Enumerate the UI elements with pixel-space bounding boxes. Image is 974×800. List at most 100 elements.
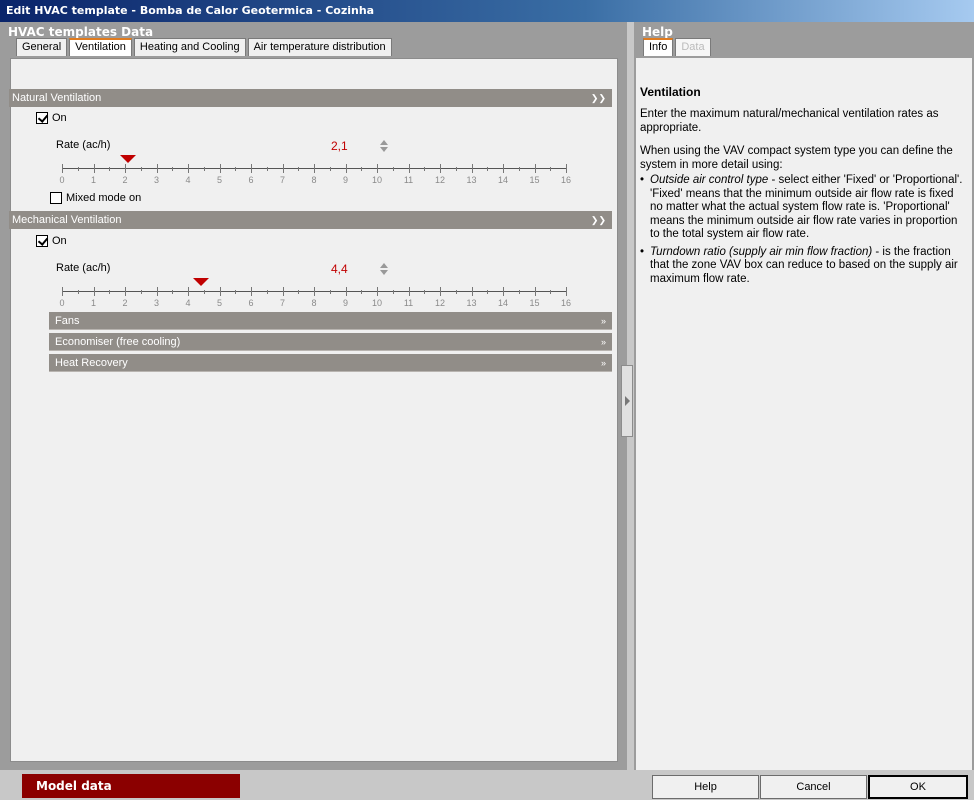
natural-slider-tick-label: 1: [90, 175, 96, 185]
ok-button[interactable]: OK: [868, 775, 968, 799]
mechanical-slider-minor-tick: [266, 290, 268, 294]
help-paragraph-1: Enter the maximum natural/mechanical ven…: [640, 108, 939, 134]
spinner-down-icon[interactable]: [380, 270, 388, 275]
mechanical-on-checkbox-row[interactable]: On: [36, 235, 67, 247]
mechanical-slider-tick: [377, 287, 378, 296]
natural-slider-tick: [125, 164, 126, 173]
mechanical-slider-tick: [314, 287, 315, 296]
help-title: Ventilation: [640, 85, 701, 99]
mechanical-slider-minor-tick: [329, 290, 331, 294]
natural-on-checkbox-row[interactable]: On: [36, 112, 67, 124]
tab-general[interactable]: General: [16, 38, 68, 56]
mechanical-slider-minor-tick: [109, 290, 111, 294]
mechanical-rate-spinner[interactable]: [380, 262, 388, 276]
economiser-header[interactable]: Economiser (free cooling) »: [49, 333, 612, 351]
mechanical-slider-minor-tick: [77, 290, 79, 294]
help-button[interactable]: Help: [652, 775, 759, 799]
fans-title: Fans: [55, 315, 80, 327]
mixed-mode-checkbox-row[interactable]: Mixed mode on: [50, 192, 141, 204]
mechanical-slider-tick-label: 1: [90, 298, 96, 308]
natural-rate-value[interactable]: 2,1: [331, 139, 348, 153]
mechanical-slider-tick-label: 7: [279, 298, 285, 308]
natural-slider-tick: [408, 164, 410, 173]
mechanical-slider-thumb[interactable]: [192, 278, 209, 286]
window-title: Edit HVAC template - Bomba de Calor Geot…: [0, 0, 974, 22]
splitter-collapse-handle[interactable]: [621, 365, 633, 437]
heat-recovery-header[interactable]: Heat Recovery »: [49, 354, 612, 372]
natural-rate-spinner[interactable]: [380, 139, 388, 153]
natural-on-checkbox[interactable]: [36, 112, 48, 124]
spinner-up-icon[interactable]: [380, 263, 388, 268]
left-tabs: General Ventilation Heating and Cooling …: [16, 38, 394, 56]
mechanical-slider-tick-label: 15: [529, 298, 540, 308]
mechanical-rate-slider[interactable]: 0 1 2 3 4 5 6 7 8 9 10 11 12 13 14 15 16: [59, 278, 571, 310]
mechanical-slider-minor-tick: [487, 290, 489, 294]
mechanical-slider-tick-label: 3: [153, 298, 159, 308]
natural-slider-minor-tick: [550, 167, 552, 171]
natural-slider-minor-tick: [455, 167, 457, 171]
tab-air-temperature-distribution[interactable]: Air temperature distribution: [247, 38, 392, 56]
mechanical-ventilation-header[interactable]: Mechanical Ventilation ❯❯: [9, 211, 612, 229]
spinner-down-icon[interactable]: [380, 147, 388, 152]
cancel-button[interactable]: Cancel: [760, 775, 867, 799]
tab-ventilation[interactable]: Ventilation: [69, 38, 132, 56]
mechanical-rate-value[interactable]: 4,4: [331, 262, 348, 276]
natural-slider-thumb[interactable]: [120, 155, 137, 163]
tab-info[interactable]: Info: [643, 38, 674, 56]
double-chevron-down-icon[interactable]: ❯❯: [591, 89, 606, 107]
natural-rate-slider[interactable]: 0 1 2 3 4 5 6 7 8 9 10 11 12 13 14 15 16: [59, 155, 571, 187]
tab-heating-cooling[interactable]: Heating and Cooling: [133, 38, 246, 56]
natural-slider-tick-label: 13: [466, 175, 477, 185]
fans-header[interactable]: Fans »: [49, 312, 612, 330]
natural-slider-tick-label: 6: [248, 175, 254, 185]
natural-slider-tick: [156, 164, 158, 173]
help-bullet-turndown: Turndown ratio (supply air min flow frac…: [640, 246, 966, 287]
mechanical-slider-tick-label: 8: [311, 298, 317, 308]
mechanical-slider-tick: [219, 287, 221, 296]
help-tabs: Info Data: [643, 38, 713, 56]
tab-data[interactable]: Data: [675, 38, 711, 56]
natural-slider-tick: [503, 164, 504, 173]
natural-slider-tick: [345, 164, 347, 173]
natural-slider-tick-label: 5: [216, 175, 222, 185]
mechanical-on-checkbox[interactable]: [36, 235, 48, 247]
mechanical-slider-minor-tick: [298, 290, 300, 294]
mechanical-slider-tick: [93, 287, 95, 296]
model-data-button[interactable]: Model data: [22, 774, 240, 798]
double-chevron-down-icon[interactable]: ❯❯: [591, 211, 606, 229]
natural-slider-tick-label: 2: [122, 175, 128, 185]
mechanical-slider-tick: [503, 287, 504, 296]
natural-slider-tick: [282, 164, 284, 173]
double-chevron-right-icon[interactable]: »: [601, 312, 606, 330]
mechanical-slider-tick: [125, 287, 126, 296]
natural-slider-tick-label: 3: [153, 175, 159, 185]
natural-slider-tick-label: 10: [371, 175, 382, 185]
natural-slider-tick: [62, 164, 63, 173]
help-term: Outside air control type: [650, 174, 769, 186]
natural-ventilation-header[interactable]: Natural Ventilation ❯❯: [9, 89, 612, 107]
natural-slider-minor-tick: [424, 167, 426, 171]
natural-slider-tick-label: 0: [59, 175, 65, 185]
mechanical-slider-tick: [251, 287, 252, 296]
mechanical-slider-tick: [566, 287, 567, 296]
mechanical-slider-tick-label: 0: [59, 298, 65, 308]
mechanical-slider-tick: [188, 287, 189, 296]
natural-slider-minor-tick: [77, 167, 79, 171]
natural-slider-tick: [219, 164, 221, 173]
natural-slider-minor-tick: [361, 167, 363, 171]
spinner-up-icon[interactable]: [380, 140, 388, 145]
mechanical-slider-tick: [156, 287, 158, 296]
double-chevron-right-icon[interactable]: »: [601, 354, 606, 372]
natural-slider-minor-tick: [140, 167, 142, 171]
mechanical-slider-tick: [534, 287, 536, 296]
help-bullet-list: Outside air control type - select either…: [640, 174, 966, 290]
mechanical-slider-tick: [408, 287, 410, 296]
mixed-mode-checkbox[interactable]: [50, 192, 62, 204]
double-chevron-right-icon[interactable]: »: [601, 333, 606, 351]
natural-slider-tick: [534, 164, 536, 173]
arrow-right-icon: [625, 396, 630, 406]
mechanical-slider-tick: [345, 287, 347, 296]
natural-slider-minor-tick: [266, 167, 268, 171]
natural-slider-tick-label: 4: [185, 175, 191, 185]
natural-slider-tick-label: 11: [403, 175, 414, 185]
